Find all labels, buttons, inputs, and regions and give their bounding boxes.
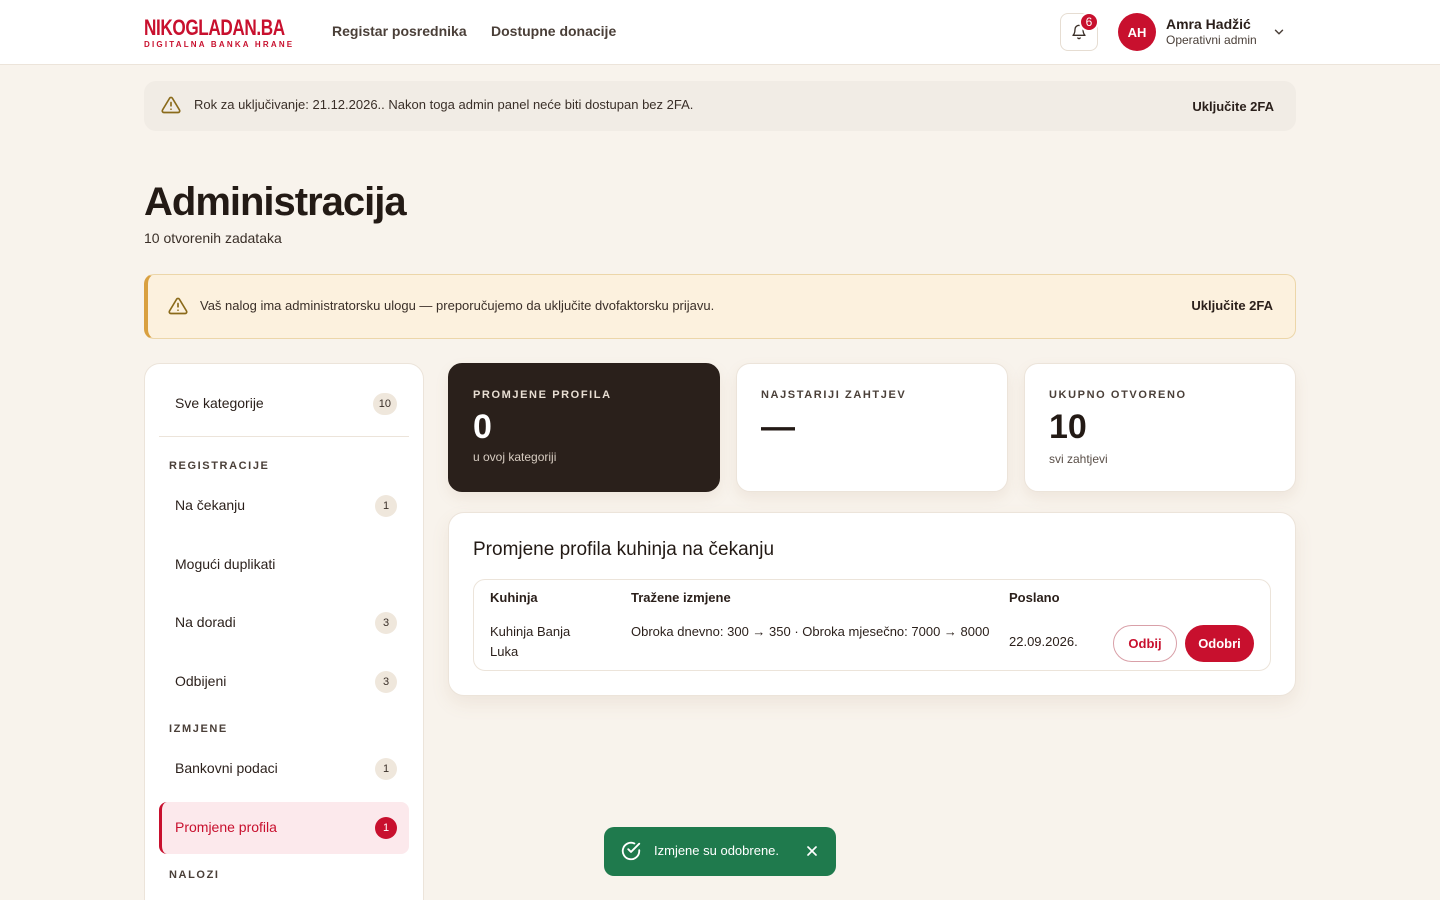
stat-note: svi zahtjevi	[1049, 452, 1108, 466]
count-badge: 10	[372, 393, 397, 415]
sidebar-item-label: Na čekanju	[175, 497, 246, 513]
category-sidebar: Sve kategorije 10 REGISTRACIJE Na čekanj…	[144, 363, 424, 900]
deadline-notice: Rok za uključivanje: 21.12.2026.. Nakon …	[144, 81, 1296, 131]
stat-value: —	[761, 408, 795, 446]
reject-button[interactable]: Odbij	[1113, 625, 1177, 662]
top-bar: NIKOGLADAN.BA DIGITALNA BANKA HRANE Regi…	[0, 0, 1440, 65]
sidebar-item-all[interactable]: Sve kategorije 10	[159, 378, 409, 430]
user-role: Operativni admin	[1166, 33, 1257, 47]
sidebar-item-label: Na doradi	[175, 614, 236, 630]
admin-2fa-notice: Vaš nalog ima administratorsku ulogu — p…	[144, 274, 1296, 339]
warning-icon	[168, 297, 188, 315]
success-toast: Izmjene su odobrene.	[604, 827, 836, 876]
logo[interactable]: NIKOGLADAN.BA DIGITALNA BANKA HRANE	[144, 15, 295, 50]
count-badge: 3	[375, 671, 397, 693]
sidebar-item-odbijeni[interactable]: Odbijeni 3	[159, 656, 409, 708]
stat-caption: UKUPNO OTVORENO	[1049, 389, 1187, 401]
section-izmjene: IZMJENE	[169, 723, 228, 735]
sidebar-item-label: Odbijeni	[175, 673, 227, 689]
stat-note: u ovoj kategoriji	[473, 450, 557, 464]
enable-2fa-button[interactable]: Uključite 2FA	[1191, 298, 1273, 313]
deadline-notice-text: Rok za uključivanje: 21.12.2026.. Nakon …	[194, 97, 694, 112]
stat-card-oldest-request: NAJSTARIJI ZAHTJEV —	[736, 363, 1008, 492]
count-badge: 1	[375, 758, 397, 780]
column-header-trazene-izmjene: Tražene izmjene	[631, 590, 731, 605]
check-circle-icon	[621, 841, 641, 861]
warning-icon	[161, 96, 181, 114]
nav-registar-posrednika[interactable]: Registar posrednika	[332, 23, 467, 39]
stat-card-profile-changes: PROMJENE PROFILA 0 u ovoj kategoriji	[448, 363, 720, 492]
toast-message: Izmjene su odobrene.	[654, 843, 780, 858]
count-badge: 1	[375, 495, 397, 517]
sidebar-item-promjene-profila[interactable]: Promjene profila 1	[159, 802, 409, 854]
sidebar-item-label: Promjene profila	[175, 819, 277, 835]
cell-kitchen: Kuhinja Banja Luka	[490, 624, 571, 659]
column-header-kuhinja: Kuhinja	[490, 590, 538, 605]
chevron-down-icon[interactable]	[1272, 25, 1286, 39]
avatar[interactable]: AH	[1118, 13, 1156, 51]
nav-dostupne-donacije[interactable]: Dostupne donacije	[491, 23, 616, 39]
notifications-count-badge: 6	[1079, 12, 1099, 32]
column-header-poslano: Poslano	[1009, 590, 1060, 605]
section-registracije: REGISTRACIJE	[169, 460, 270, 472]
divider	[159, 436, 409, 437]
pending-changes-table: Kuhinja Tražene izmjene Poslano Kuhinja …	[473, 579, 1271, 671]
stat-caption: NAJSTARIJI ZAHTJEV	[761, 389, 907, 401]
sidebar-item-label: Mogući duplikati	[175, 556, 276, 572]
sidebar-item-label: Sve kategorije	[175, 395, 264, 411]
panel-title: Promjene profila kuhinja na čekanju	[473, 539, 775, 560]
stat-card-total-open: UKUPNO OTVORENO 10 svi zahtjevi	[1024, 363, 1296, 492]
section-nalozi: NALOZI	[169, 869, 220, 881]
stat-value: 0	[473, 408, 492, 446]
user-name: Amra Hadžić	[1166, 16, 1251, 32]
page-subtitle: 10 otvorenih zadataka	[144, 230, 282, 246]
page-title: Administracija	[144, 180, 407, 224]
admin-2fa-notice-text: Vaš nalog ima administratorsku ulogu — p…	[200, 298, 715, 313]
close-icon[interactable]	[804, 843, 820, 859]
sidebar-item-na-doradi[interactable]: Na doradi 3	[159, 597, 409, 649]
count-badge: 3	[375, 612, 397, 634]
sidebar-item-bankovni-podaci[interactable]: Bankovni podaci 1	[159, 743, 409, 795]
enable-2fa-link[interactable]: Uključite 2FA	[1192, 99, 1274, 114]
logo-wordmark: NIKOGLADAN.BA	[144, 15, 285, 40]
stat-value: 10	[1049, 408, 1087, 446]
cell-changes: Obroka dnevno: 300 → 350 · Obroka mjeseč…	[631, 624, 990, 639]
stat-caption: PROMJENE PROFILA	[473, 389, 612, 401]
cell-sent-date: 22.09.2026.	[1009, 634, 1078, 649]
sidebar-item-label: Bankovni podaci	[175, 760, 278, 776]
pending-changes-panel: Promjene profila kuhinja na čekanju Kuhi…	[448, 512, 1296, 696]
approve-button[interactable]: Odobri	[1185, 625, 1254, 662]
logo-tagline: DIGITALNA BANKA HRANE	[144, 40, 295, 49]
sidebar-item-moguci-duplikati[interactable]: Mogući duplikati	[159, 539, 409, 591]
sidebar-item-na-cekanju[interactable]: Na čekanju 1	[159, 480, 409, 532]
count-badge: 1	[375, 817, 397, 839]
